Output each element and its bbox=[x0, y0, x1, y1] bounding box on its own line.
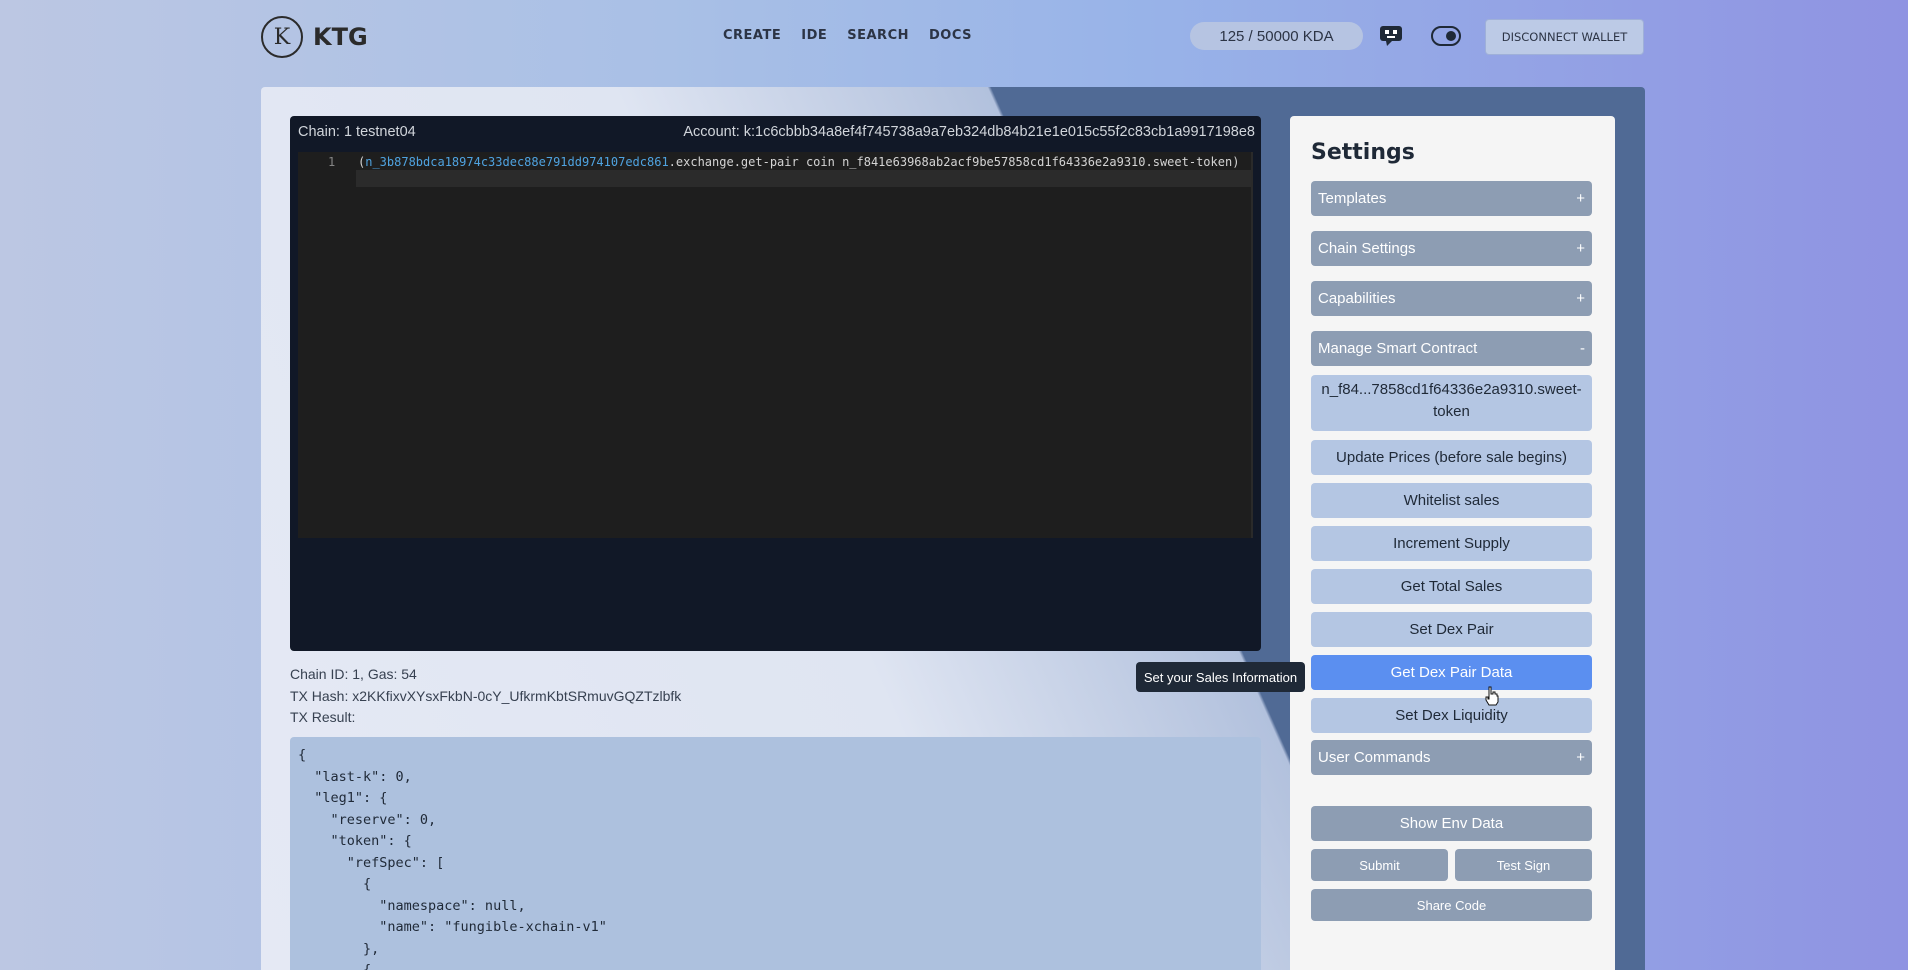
disconnect-wallet-button[interactable]: DISCONNECT WALLET bbox=[1485, 19, 1644, 55]
code-namespace: n_3b878bdca18974c33dec88e791dd974107edc8… bbox=[365, 155, 669, 169]
nav-links: CREATE IDE SEARCH DOCS bbox=[723, 28, 972, 43]
contract-name-box[interactable]: n_f84...7858cd1f64336e2a9310.sweet-token bbox=[1311, 375, 1592, 431]
get-total-sales-button[interactable]: Get Total Sales bbox=[1311, 569, 1592, 604]
settings-title: Settings bbox=[1311, 140, 1415, 165]
theme-toggle-icon[interactable] bbox=[1431, 26, 1461, 46]
current-line-highlight bbox=[356, 170, 1251, 187]
settings-panel: Settings Templates + Chain Settings + Ca… bbox=[1290, 116, 1615, 970]
get-dex-pair-data-button[interactable]: Get Dex Pair Data bbox=[1311, 655, 1592, 690]
code-editor-panel: Chain: 1 testnet04 Account: k:1c6cbbb34a… bbox=[290, 116, 1261, 651]
accordion-manage-smart-contract[interactable]: Manage Smart Contract - bbox=[1311, 331, 1592, 366]
expand-icon: + bbox=[1576, 190, 1585, 207]
kda-balance: 125 / 50000 KDA bbox=[1190, 22, 1363, 50]
accordion-label: User Commands bbox=[1318, 749, 1431, 766]
tx-chain-gas: Chain ID: 1, Gas: 54 bbox=[290, 666, 417, 682]
editor-chain-label: Chain: 1 testnet04 bbox=[298, 124, 416, 140]
collapse-icon: - bbox=[1580, 340, 1585, 357]
tx-info: Chain ID: 1, Gas: 54 TX Hash: x2KKfixvXY… bbox=[290, 664, 681, 729]
top-navbar: K KTG CREATE IDE SEARCH DOCS 125 / 50000… bbox=[0, 0, 1908, 72]
accordion-label: Capabilities bbox=[1318, 290, 1396, 307]
accordion-capabilities[interactable]: Capabilities + bbox=[1311, 281, 1592, 316]
expand-icon: + bbox=[1576, 240, 1585, 257]
expand-icon: + bbox=[1576, 290, 1585, 307]
whitelist-sales-button[interactable]: Whitelist sales bbox=[1311, 483, 1592, 518]
accordion-user-commands[interactable]: User Commands + bbox=[1311, 740, 1592, 775]
test-sign-button[interactable]: Test Sign bbox=[1455, 849, 1592, 881]
nav-link-create[interactable]: CREATE bbox=[723, 28, 781, 43]
accordion-templates[interactable]: Templates + bbox=[1311, 181, 1592, 216]
editor-account-label: Account: k:1c6cbbb34a8ef4f745738a9a7eb32… bbox=[683, 124, 1255, 140]
tx-result-json: { "last-k": 0, "leg1": { "reserve": 0, "… bbox=[298, 747, 607, 970]
nav-link-docs[interactable]: DOCS bbox=[929, 28, 972, 43]
brand-name: KTG bbox=[313, 23, 368, 51]
show-env-data-button[interactable]: Show Env Data bbox=[1311, 806, 1592, 841]
code-line: (n_3b878bdca18974c33dec88e791dd974107edc… bbox=[358, 154, 1248, 171]
submit-button[interactable]: Submit bbox=[1311, 849, 1448, 881]
logo-icon: K bbox=[261, 16, 303, 58]
nav-link-search[interactable]: SEARCH bbox=[847, 28, 909, 43]
accordion-label: Manage Smart Contract bbox=[1318, 340, 1478, 357]
code-rest: .exchange.get-pair coin n_f841e63968ab2a… bbox=[668, 155, 1240, 169]
code-input[interactable]: 1 (n_3b878bdca18974c33dec88e791dd974107e… bbox=[298, 152, 1253, 538]
tx-result-output: { "last-k": 0, "leg1": { "reserve": 0, "… bbox=[290, 737, 1261, 970]
set-dex-pair-button[interactable]: Set Dex Pair bbox=[1311, 612, 1592, 647]
tx-result-label: TX Result: bbox=[290, 709, 356, 725]
expand-icon: + bbox=[1576, 749, 1585, 766]
accordion-label: Templates bbox=[1318, 190, 1387, 207]
set-dex-liquidity-button[interactable]: Set Dex Liquidity bbox=[1311, 698, 1592, 733]
share-code-button[interactable]: Share Code bbox=[1311, 889, 1592, 921]
line-number: 1 bbox=[328, 155, 336, 169]
tx-hash: TX Hash: x2KKfixvXYsxFkbN-0cY_UfkrmKbtSR… bbox=[290, 687, 682, 704]
brand-logo[interactable]: K KTG bbox=[261, 16, 368, 58]
accordion-chain-settings[interactable]: Chain Settings + bbox=[1311, 231, 1592, 266]
tooltip: Set your Sales Information bbox=[1136, 662, 1305, 692]
robot-chat-icon[interactable] bbox=[1378, 24, 1404, 48]
main-panel: Chain: 1 testnet04 Account: k:1c6cbbb34a… bbox=[261, 87, 1645, 970]
nav-link-ide[interactable]: IDE bbox=[801, 28, 827, 43]
hand-pointer-icon bbox=[1485, 686, 1499, 706]
accordion-label: Chain Settings bbox=[1318, 240, 1416, 257]
update-prices-button[interactable]: Update Prices (before sale begins) bbox=[1311, 440, 1592, 475]
increment-supply-button[interactable]: Increment Supply bbox=[1311, 526, 1592, 561]
